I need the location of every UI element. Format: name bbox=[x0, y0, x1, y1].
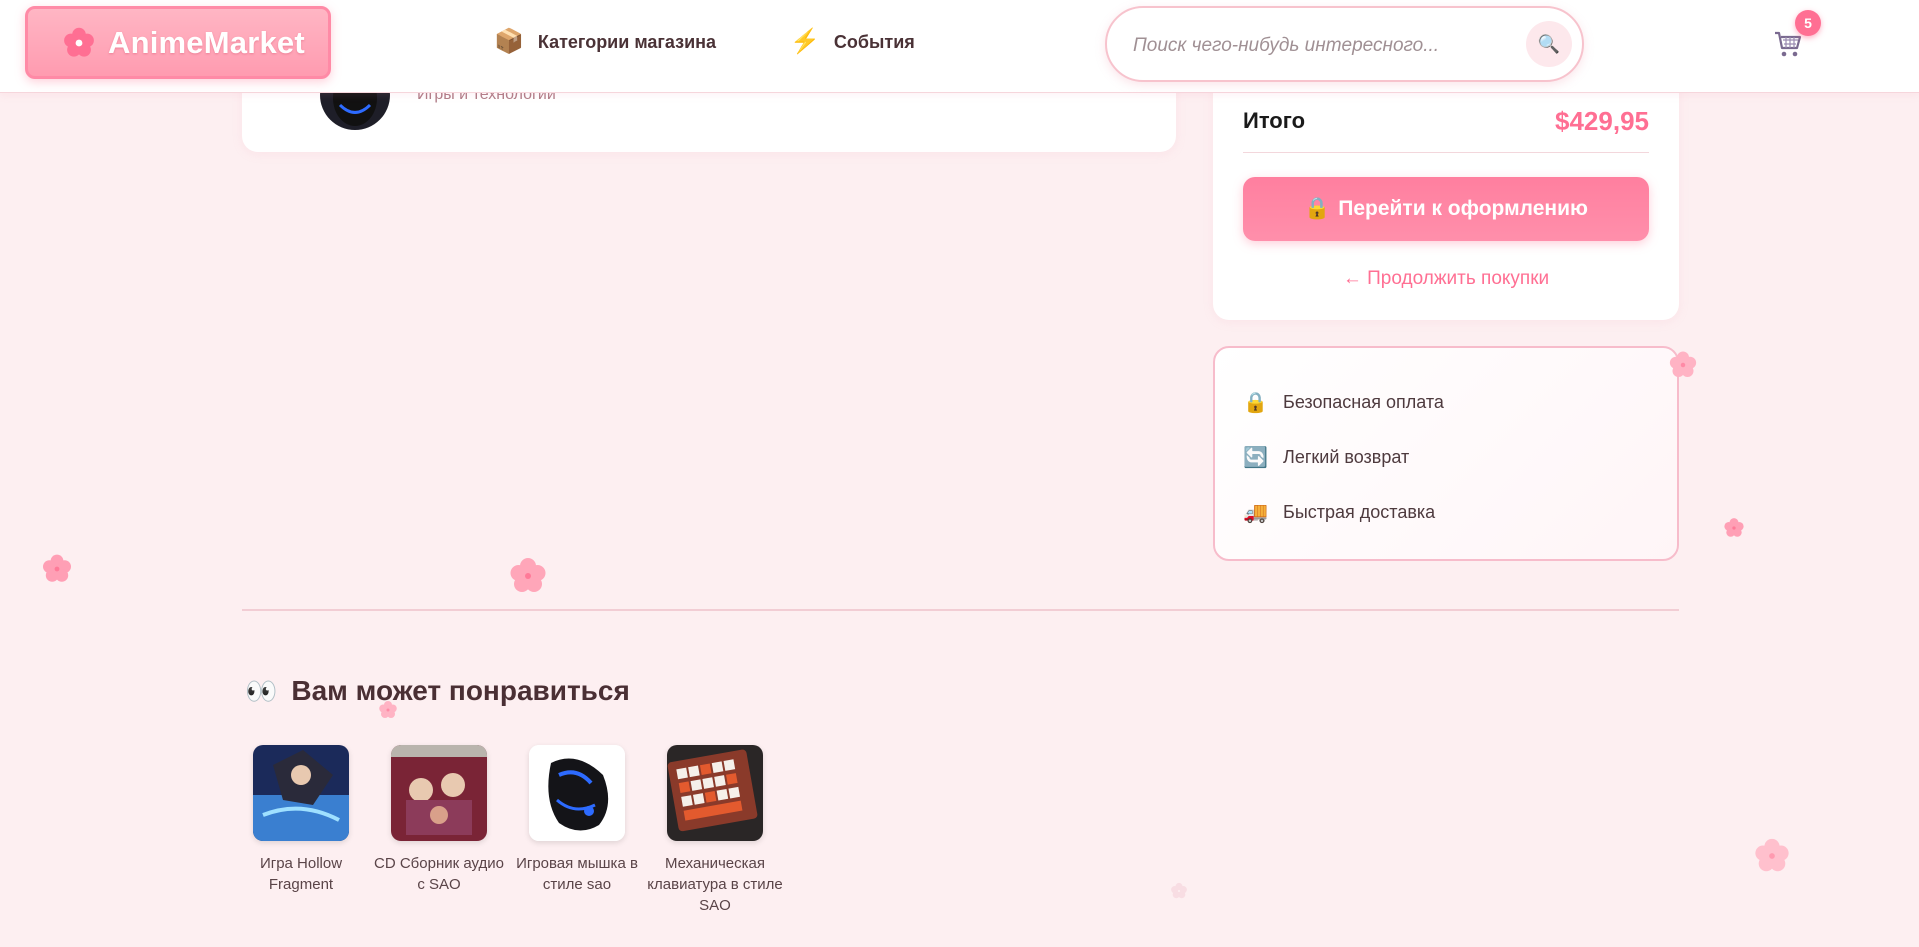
sakura-petal-icon bbox=[1171, 882, 1187, 899]
sakura-petal-icon bbox=[1755, 838, 1789, 872]
refresh-icon: 🔄 bbox=[1243, 447, 1268, 469]
feature-label: Легкий возврат bbox=[1283, 447, 1410, 467]
search-button[interactable]: 🔍 bbox=[1526, 21, 1572, 67]
feature-label: Безопасная оплата bbox=[1283, 392, 1444, 412]
sakura-petal-icon bbox=[510, 558, 546, 592]
summary-divider bbox=[1243, 152, 1649, 153]
search-icon: 🔍 bbox=[1537, 33, 1561, 54]
feature-easy-return: 🔄 Легкий возврат bbox=[1243, 445, 1409, 470]
feature-label: Быстрая доставка bbox=[1283, 502, 1436, 522]
recommendation-item[interactable]: Механическая клавиатура в стиле SAO bbox=[645, 745, 785, 916]
lock-icon: 🔒 bbox=[1243, 392, 1268, 414]
product-image-sao-cd[interactable] bbox=[391, 745, 487, 841]
total-label: Итого bbox=[1243, 108, 1306, 133]
sakura-petal-icon bbox=[43, 554, 71, 582]
recommendation-item[interactable]: Игровая мышка в стиле sao bbox=[507, 745, 647, 895]
features-box: 🔒 Безопасная оплата 🔄 Легкий возврат 🚚 Б… bbox=[1213, 346, 1679, 561]
product-name: Игровая мышка в стиле sao bbox=[516, 855, 638, 893]
recommendations-title: 👀 Вам может понравиться bbox=[245, 675, 630, 707]
recommendation-item[interactable]: Игра Hollow Fragment bbox=[231, 745, 371, 895]
eyes-icon: 👀 bbox=[245, 675, 278, 706]
feature-secure-payment: 🔒 Безопасная оплата bbox=[1243, 390, 1444, 415]
sakura-petal-icon bbox=[1724, 518, 1744, 537]
nav-categories-label: Категории магазина bbox=[537, 31, 717, 52]
cart-count-badge: 5 bbox=[1795, 10, 1821, 36]
checkout-button-label: Перейти к оформлению bbox=[1338, 197, 1588, 220]
site-header: AnimeMarket 📦 Категории магазина ⚡ Событ… bbox=[0, 0, 1919, 93]
sakura-logo-icon bbox=[64, 27, 94, 57]
box-icon: 📦 bbox=[494, 28, 524, 55]
product-image-hollow-fragment[interactable] bbox=[253, 745, 349, 841]
continue-shopping-link[interactable]: ← Продолжить покупки bbox=[1213, 268, 1679, 290]
product-name: Игра Hollow Fragment bbox=[259, 855, 343, 893]
logo-text: AnimeMarket bbox=[108, 24, 305, 60]
search-bar: 🔍 bbox=[1105, 6, 1584, 82]
total-value: $429,95 bbox=[1555, 106, 1649, 136]
product-image-gaming-mouse[interactable] bbox=[529, 745, 625, 841]
nav-categories[interactable]: 📦 Категории магазина bbox=[494, 30, 716, 54]
section-divider bbox=[242, 609, 1679, 611]
lock-icon: 🔒 bbox=[1304, 197, 1331, 220]
truck-icon: 🚚 bbox=[1243, 502, 1268, 524]
product-name: CD Сборник аудио с SAO bbox=[374, 855, 504, 893]
lightning-icon: ⚡ bbox=[790, 28, 820, 55]
product-name: Механическая клавиатура в стиле SAO bbox=[647, 855, 783, 914]
product-image-keyboard[interactable] bbox=[667, 745, 763, 841]
recommendations-title-text: Вам может понравиться bbox=[291, 675, 630, 706]
recommendation-item[interactable]: CD Сборник аудио с SAO bbox=[369, 745, 509, 895]
nav-events-label: События bbox=[833, 31, 915, 52]
checkout-button[interactable]: 🔒 Перейти к оформлению bbox=[1243, 177, 1649, 241]
nav-events[interactable]: ⚡ События bbox=[790, 30, 915, 54]
feature-fast-delivery: 🚚 Быстрая доставка bbox=[1243, 500, 1435, 525]
logo[interactable]: AnimeMarket bbox=[25, 6, 331, 79]
search-input[interactable] bbox=[1131, 30, 1505, 62]
